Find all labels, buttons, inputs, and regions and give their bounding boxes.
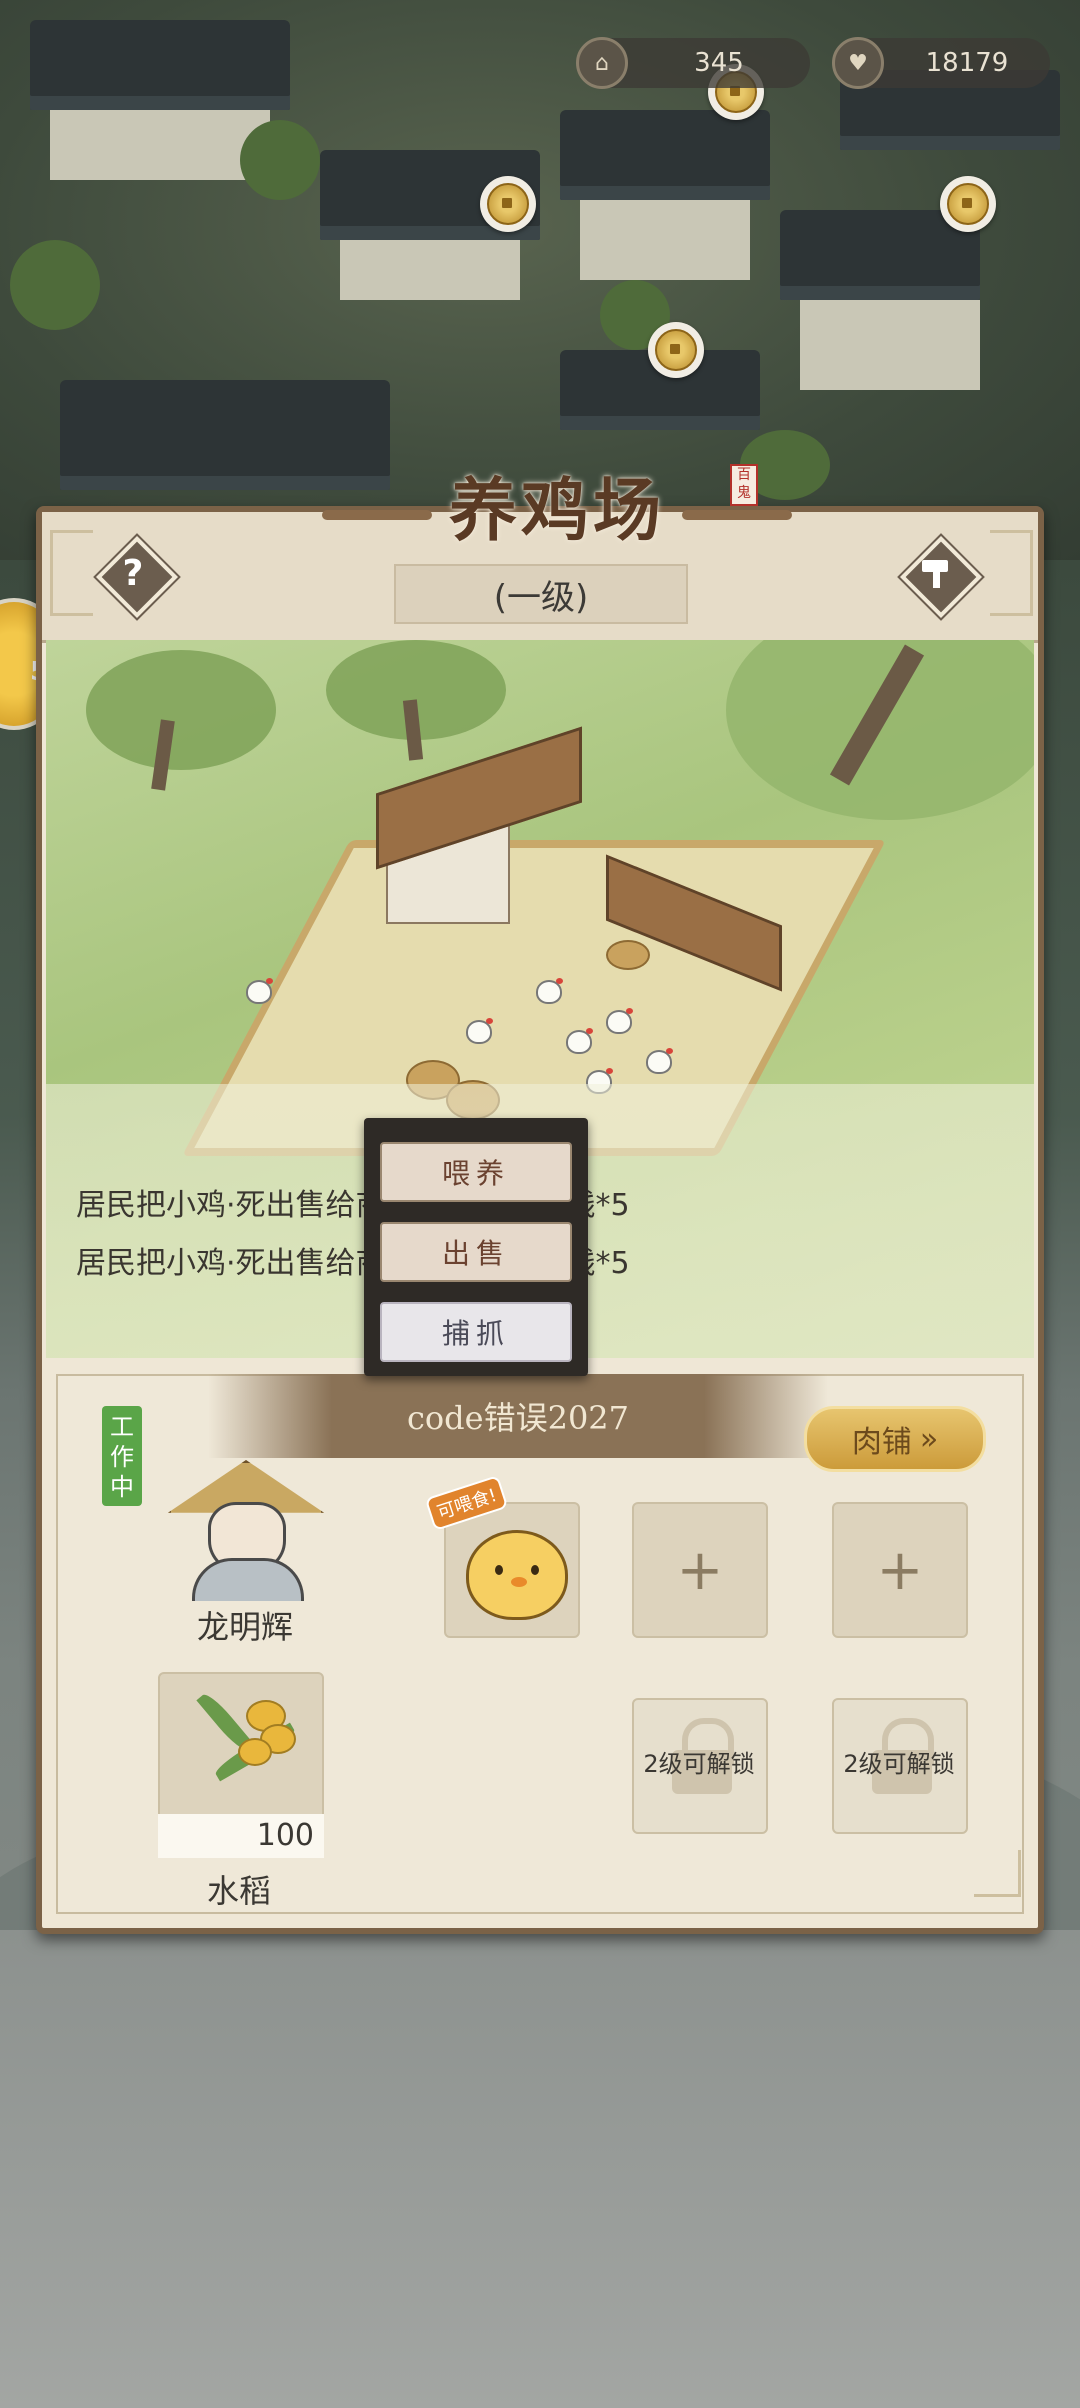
locked-slot-label: 2级可解锁 — [643, 1750, 755, 1778]
coin-bubble-icon[interactable] — [648, 322, 704, 378]
help-button[interactable]: ? — [95, 535, 179, 619]
hammer-icon — [902, 538, 972, 608]
building-title: 养鸡场 — [448, 470, 665, 551]
locked-slot-label: 2级可解锁 — [843, 1750, 955, 1778]
chick-action-menu: 喂养 出售 捕抓 — [364, 1118, 588, 1376]
work-area: code错误2027 肉铺 » 工作中 龙明辉 100 水稻 可喂食! + + … — [56, 1374, 1024, 1914]
seal-stamp: 百鬼 — [730, 464, 758, 506]
sell-button[interactable]: 出售 — [380, 1222, 572, 1282]
house-icon: ⌂ — [576, 37, 628, 89]
resource-name: 水稻 — [206, 1872, 271, 1910]
heart-icon: ♥ — [832, 37, 884, 89]
add-slot-button[interactable]: + — [832, 1502, 968, 1638]
upgrade-button[interactable] — [899, 535, 983, 619]
coin-bubble-icon[interactable] — [940, 176, 996, 232]
building-title-plaque: 养鸡场 百鬼 — [322, 454, 792, 554]
resource-count: 100 — [158, 1814, 324, 1858]
population-counter: ⌂ 345 — [576, 37, 810, 89]
corner-pattern — [974, 1850, 1021, 1897]
working-status-badge: 工作中 — [102, 1406, 142, 1506]
meat-shop-button[interactable]: 肉铺 » — [804, 1406, 986, 1472]
double-chevron-right-icon: » — [919, 1421, 939, 1457]
coin-bubble-icon[interactable] — [480, 176, 536, 232]
happiness-counter: ♥ 18179 — [832, 37, 1050, 89]
worker-name: 龙明辉 — [196, 1608, 293, 1646]
happiness-value: 18179 — [925, 48, 1009, 78]
meat-shop-label: 肉铺 — [851, 1425, 912, 1460]
catch-button[interactable]: 捕抓 — [380, 1302, 572, 1362]
chick-slot[interactable] — [444, 1502, 580, 1638]
population-value: 345 — [694, 48, 744, 78]
add-slot-button[interactable]: + — [632, 1502, 768, 1638]
question-icon: ? — [122, 552, 144, 594]
river — [0, 1930, 1080, 2408]
building-level: (一级) — [394, 564, 688, 624]
feed-button[interactable]: 喂养 — [380, 1142, 572, 1202]
chick-icon — [466, 1530, 568, 1620]
worker-avatar[interactable] — [168, 1440, 328, 1601]
